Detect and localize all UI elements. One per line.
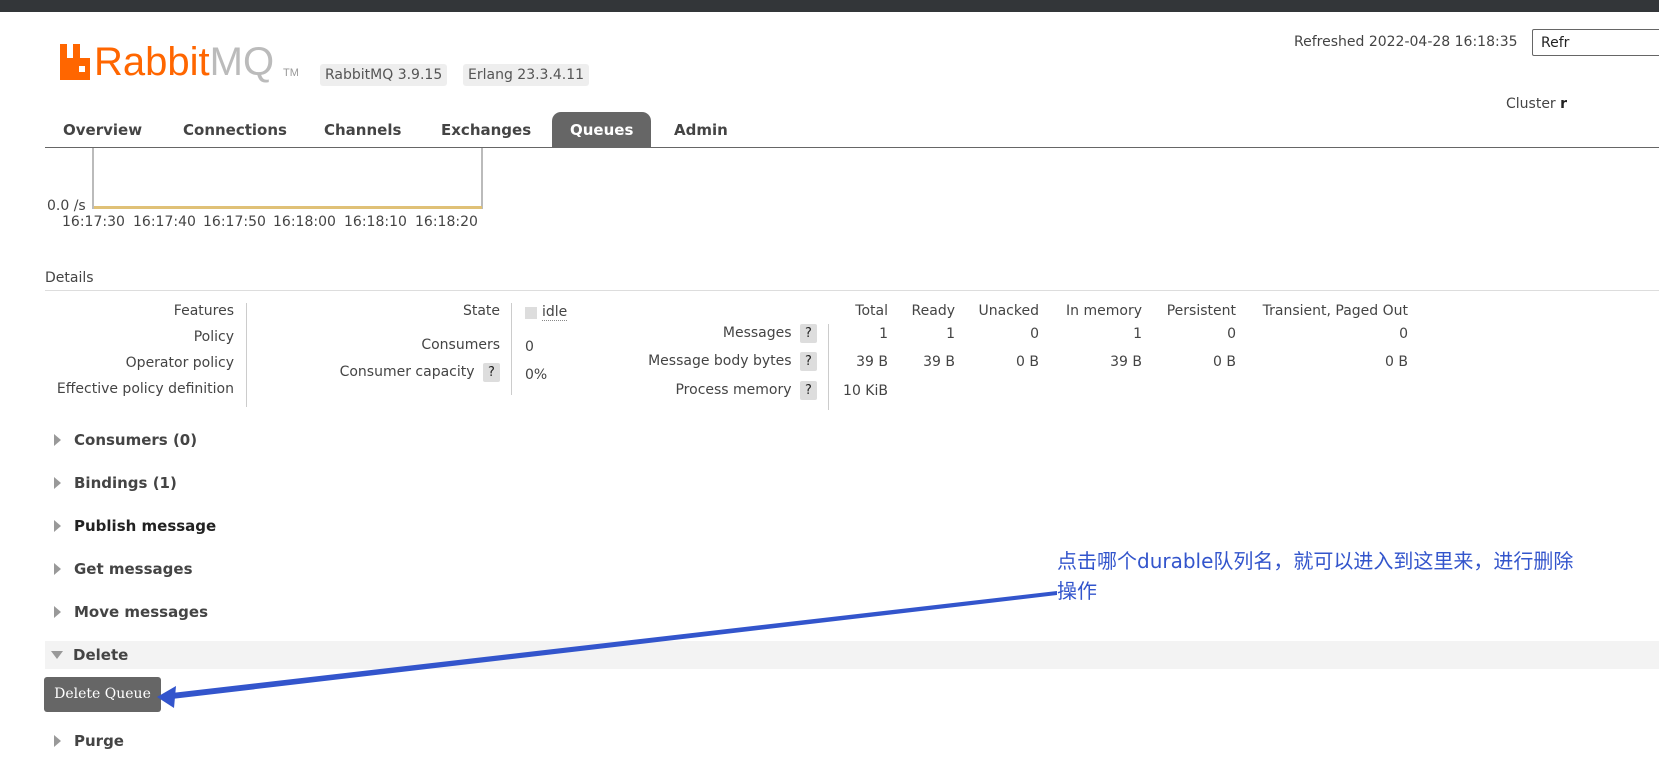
- annotation-arrow-icon: [157, 591, 1057, 708]
